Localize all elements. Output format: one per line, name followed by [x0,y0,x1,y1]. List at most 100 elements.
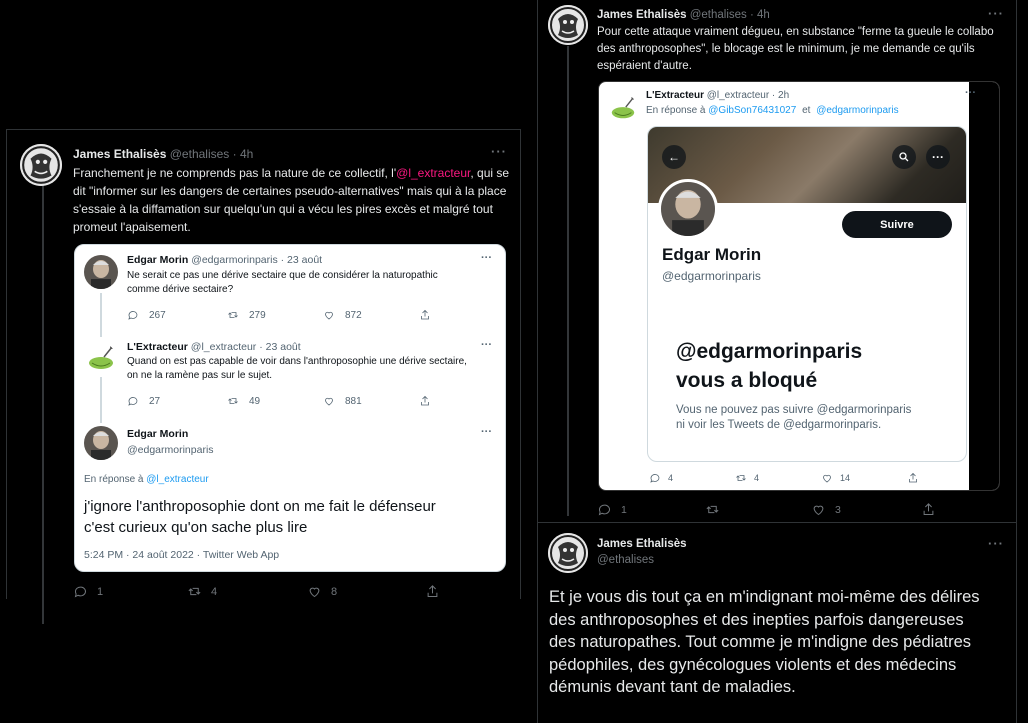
thread-line [100,293,102,337]
embedded-more-icon[interactable]: ··· [965,87,976,99]
reply-to-line: En réponse à @l_extracteur [84,474,209,485]
tweet3-footer: 5:24 PM · 24 août 2022 · Twitter Web App [84,549,280,561]
tweet-actions: 1 4 8 [73,584,440,599]
heart-icon [325,311,333,320]
tweet1-header: Edgar Morin @edgarmorinparis · 23 août [127,254,323,266]
tweet-text: Pour cette attaque vraiment dégueu, en s… [597,26,994,72]
author-avatar[interactable] [20,144,62,186]
more-options-icon[interactable]: ··· [988,536,1004,551]
profile-avatar [658,179,718,239]
tweet1-actions: 267 279 872 [127,309,431,321]
tweet-header: James Ethalisès @ethalises · 4h [73,147,253,161]
tweet-text: Et je vous dis tout ça en m'indignant mo… [549,588,980,696]
retweet-icon [188,587,201,596]
tweet2-more-icon[interactable]: ··· [481,339,492,351]
thread-line [42,184,44,624]
tweet1-text: Ne serait ce pas une dérive sectaire que… [127,270,438,295]
profile-name: Edgar Morin [662,245,762,264]
tweet3-text-line2: c'est curieux qu'on sache plus lire [84,519,308,536]
author-avatar[interactable] [548,533,588,573]
right-bottom-tweet[interactable]: James Ethalisès @ethalises ··· Et je vou… [537,523,1017,723]
more-options-icon[interactable]: ··· [491,144,507,159]
embedded-header: L'Extracteur @l_extracteur · 2h [646,90,790,101]
profile-screenshot: ← ··· Suivre Edgar Morin @edgarmorinpari… [647,126,967,462]
extracteur-avatar [86,343,116,373]
retweet-button[interactable]: 4 [187,584,307,599]
mention-link[interactable]: @l_extracteur [396,166,470,180]
reply-button[interactable]: 27 [127,395,227,407]
more-options-icon[interactable]: ··· [988,6,1004,21]
author-avatar[interactable] [548,5,588,45]
reply-icon [128,311,138,320]
share-button[interactable] [907,472,919,484]
quoted-tweet-card[interactable]: L'Extracteur @l_extracteur · 2h ··· En r… [598,81,1000,491]
share-button[interactable] [921,502,936,517]
tweet-header: James Ethalisès @ethalises · 4h [597,9,770,21]
embedded-actions: 4 4 14 [649,472,919,484]
extracteur-avatar [609,94,637,122]
like-button[interactable]: 14 [821,472,907,484]
retweet-button[interactable]: 4 [735,472,821,484]
tweet-text: Franchement je ne comprends pas la natur… [73,166,510,234]
author-name[interactable]: James Ethalisès [73,147,166,161]
share-icon [421,395,429,406]
retweet-button[interactable]: 49 [227,395,323,407]
share-icon [909,472,917,483]
follow-button[interactable]: Suivre [842,211,952,238]
like-button[interactable]: 872 [323,309,419,321]
retweet-button[interactable] [705,502,811,517]
share-button[interactable] [425,584,440,599]
thread-line [100,377,102,423]
author-name[interactable]: James Ethalisès [597,538,687,550]
card-edge [969,82,999,490]
blocked-description: Vous ne pouvez pas suivre @edgarmorinpar… [676,404,912,431]
right-top-tweet[interactable]: James Ethalisès @ethalises · 4h ··· Pour… [537,0,1017,523]
tweet2-text: Quand on est pas capable de voir dans l'… [127,356,467,381]
share-icon [421,309,429,320]
reply-icon [598,504,610,516]
reply-user-link[interactable]: @edgarmorinparis [816,105,898,116]
reply-icon [74,586,86,598]
tweet3-text-line1: j'ignore l'anthroposophie dont on me fai… [84,498,436,515]
tweet2-header: L'Extracteur @l_extracteur · 23 août [127,341,301,353]
like-button[interactable]: 881 [323,395,419,407]
reply-icon [650,474,660,483]
reply-button[interactable]: 267 [127,309,227,321]
retweet-icon [228,398,238,404]
blocked-title: @edgarmorinparis vous a bloqué [676,340,863,392]
reply-to-line: En réponse à @GibSon76431027 et @edgarmo… [646,105,899,116]
share-icon [427,585,438,597]
tweet-actions: 1 3 [597,502,936,517]
reply-button[interactable]: 4 [649,472,735,484]
thread-line [567,46,569,516]
share-button[interactable] [419,395,431,407]
tweet-time[interactable]: · 4h [233,147,254,161]
like-button[interactable]: 3 [811,502,921,517]
back-arrow-icon[interactable]: ← [662,145,686,169]
like-button[interactable]: 8 [307,584,425,599]
author-handle[interactable]: @ethalises [597,554,654,566]
quoted-tweet-card[interactable]: Edgar Morin @edgarmorinparis · 23 août ·… [74,244,506,572]
left-tweet[interactable]: James Ethalisès @ethalises · 4h ··· Fran… [6,129,521,624]
author-name[interactable]: James Ethalisès [597,9,687,21]
reply-to-link[interactable]: @l_extracteur [146,474,208,485]
tweet-time[interactable]: · 4h [750,9,770,21]
reply-button[interactable]: 1 [597,502,705,517]
edgar-avatar [84,255,118,289]
reply-user-link[interactable]: @GibSon76431027 [708,105,796,116]
search-icon[interactable] [892,145,916,169]
tweet3-author: Edgar Morin [127,428,189,440]
retweet-button[interactable]: 279 [227,309,323,321]
retweet-icon [706,505,719,514]
author-handle[interactable]: @ethalises [690,9,747,21]
heart-icon [823,474,831,483]
tweet1-more-icon[interactable]: ··· [481,252,492,264]
author-handle[interactable]: @ethalises [170,147,230,161]
share-button[interactable] [419,309,431,321]
heart-icon [309,587,320,598]
tweet3-handle: @edgarmorinparis [127,444,214,456]
tweet3-more-icon[interactable]: ··· [481,426,492,438]
reply-button[interactable]: 1 [73,584,187,599]
edgar-avatar [84,426,118,460]
more-icon[interactable]: ··· [926,145,950,169]
